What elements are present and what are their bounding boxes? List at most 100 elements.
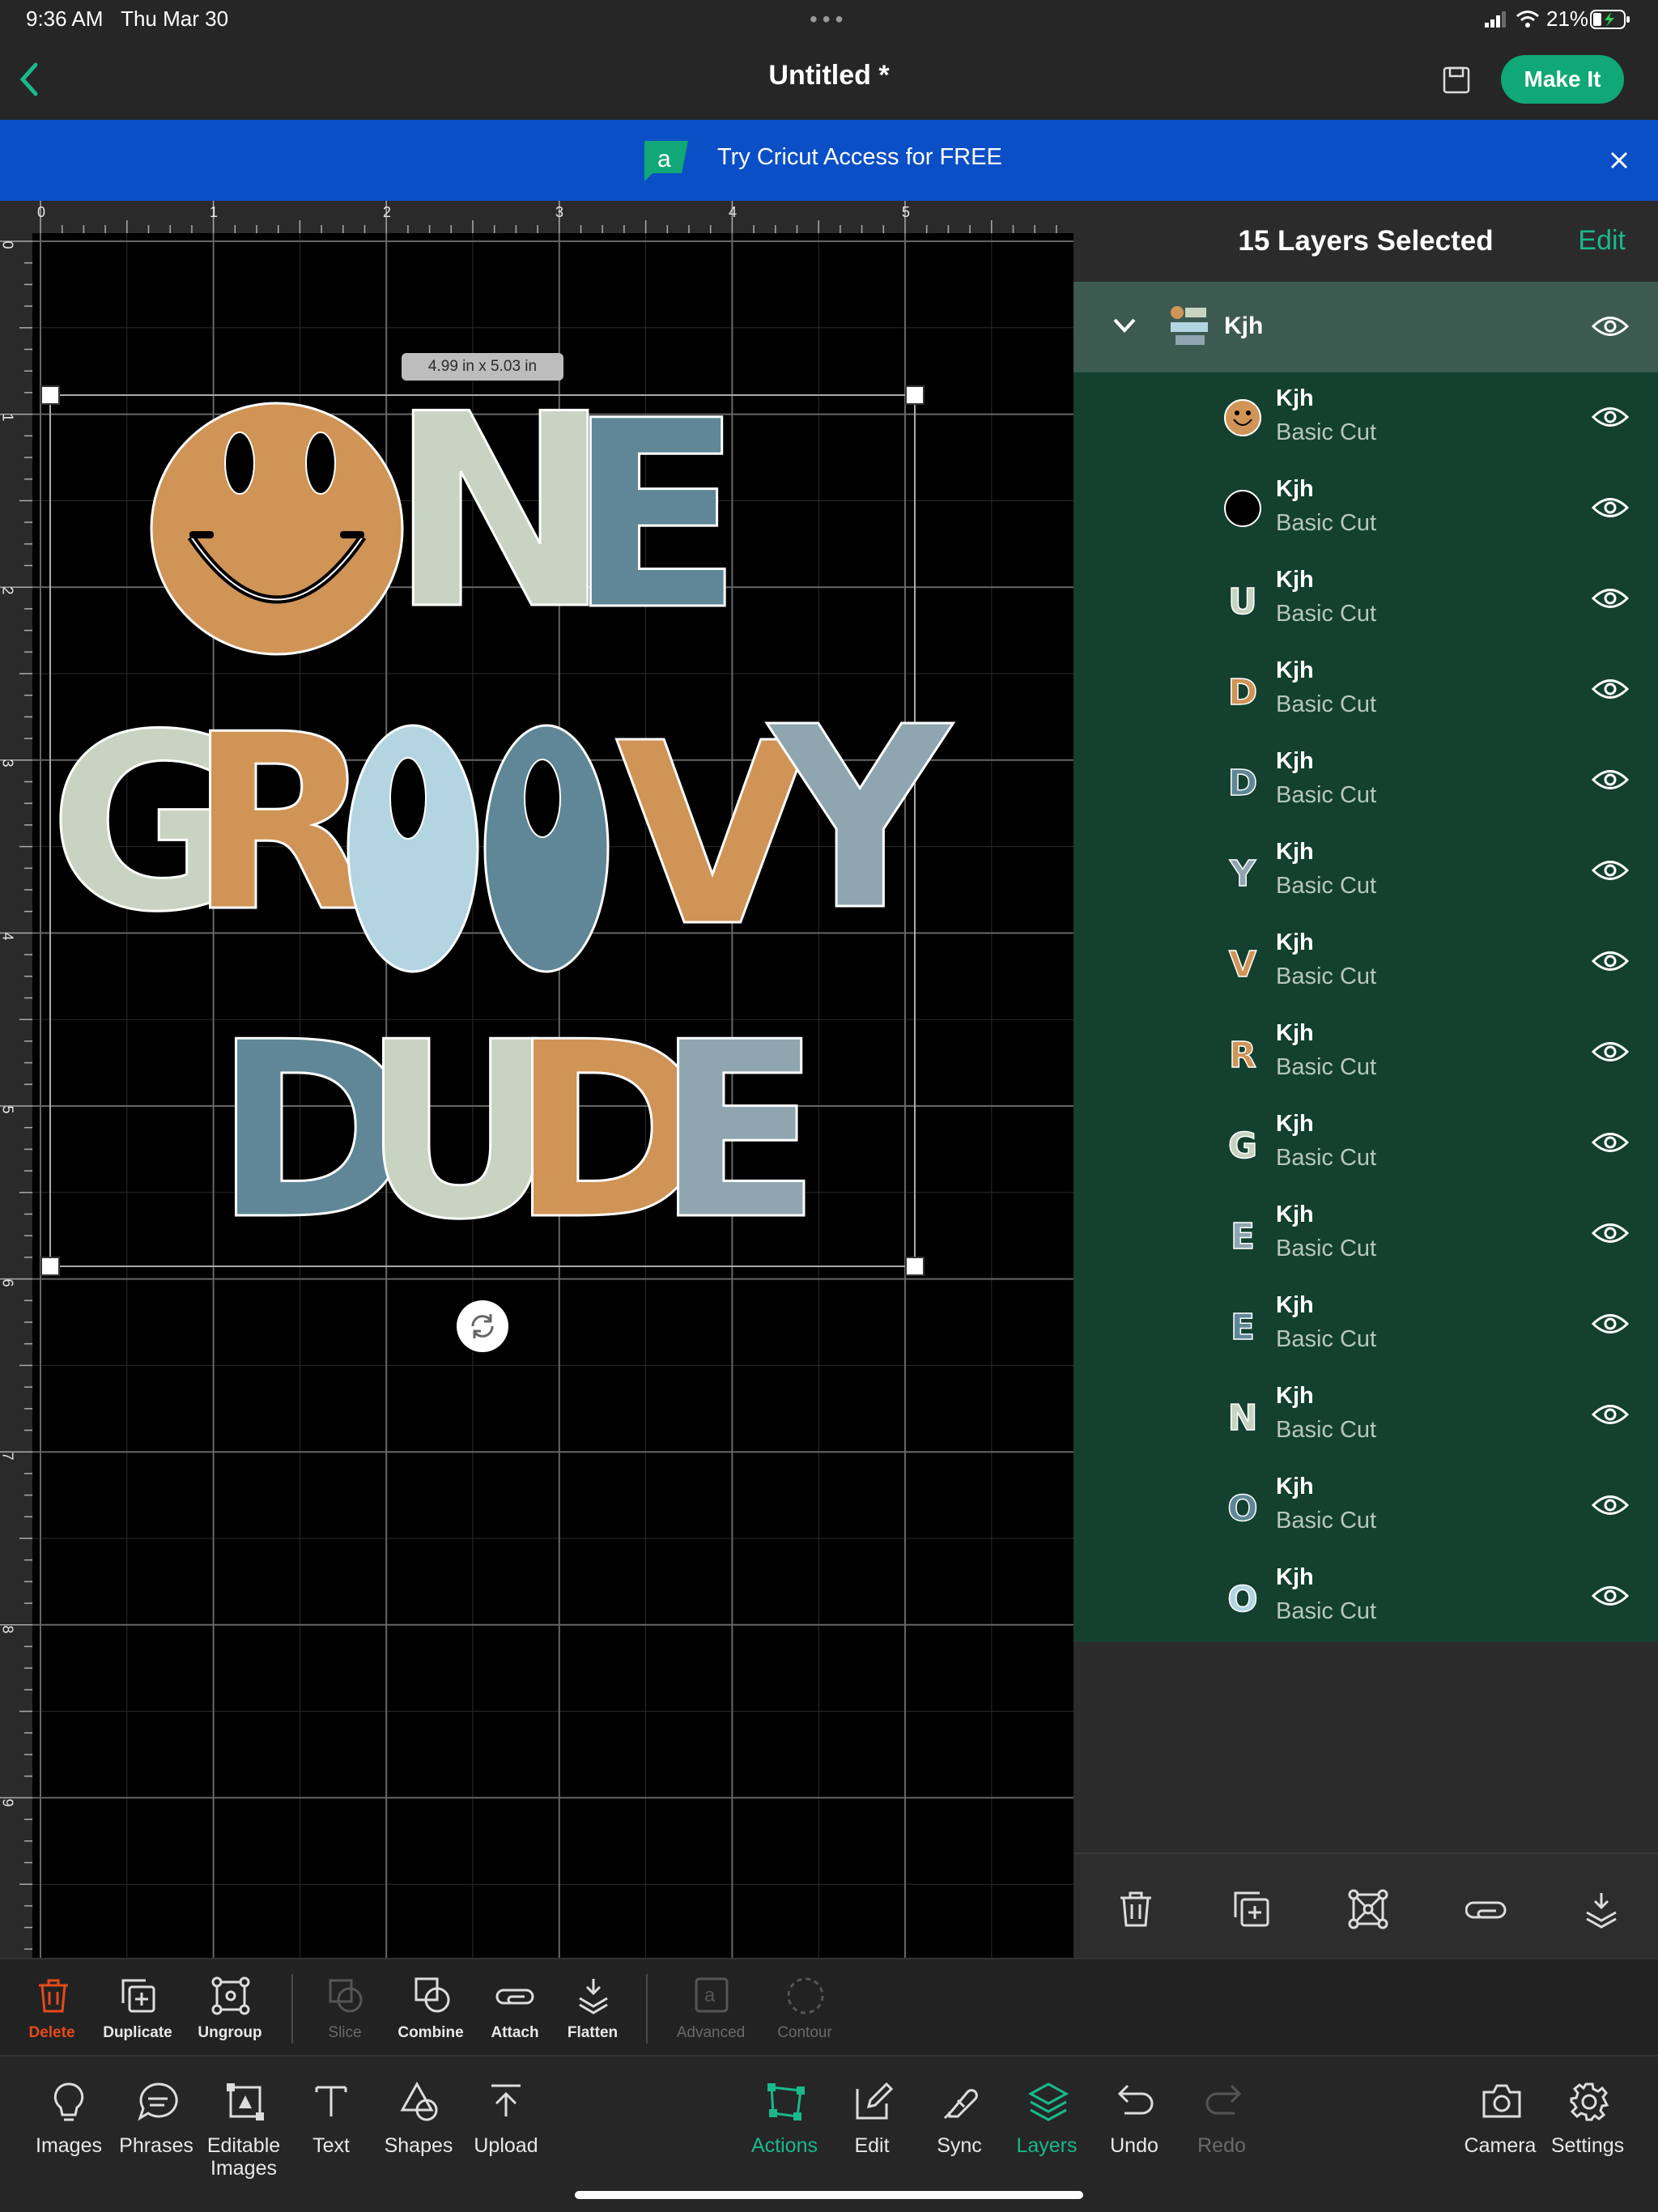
text-icon <box>315 2086 347 2116</box>
layer-name: Kjh <box>1276 1564 1314 1590</box>
duplicate-icon <box>121 1979 155 2013</box>
eye-icon[interactable] <box>1592 1130 1629 1155</box>
nav-shapes[interactable]: Shapes <box>370 2057 467 2186</box>
layer-row[interactable]: E Kjh Basic Cut <box>1073 1189 1658 1279</box>
nav-redo[interactable]: Redo <box>1173 2057 1270 2186</box>
layer-operation: Basic Cut <box>1276 1508 1377 1534</box>
design-letter-e[interactable]: E <box>566 386 746 648</box>
duplicate-label: Duplicate <box>103 2024 172 2041</box>
nav-images[interactable]: Images <box>20 2057 117 2186</box>
nav-edit[interactable]: Edit <box>823 2057 920 2186</box>
layer-row[interactable]: O Kjh Basic Cut <box>1073 1461 1658 1551</box>
multitask-dots[interactable]: ••• <box>810 6 848 32</box>
ungroup-icon[interactable] <box>1347 1888 1389 1930</box>
nav-upload[interactable]: Upload <box>457 2057 555 2186</box>
layer-row[interactable]: O Kjh Basic Cut <box>1073 1551 1658 1642</box>
eye-icon[interactable] <box>1592 1040 1629 1064</box>
design-letter-o-lightblue[interactable] <box>340 719 486 978</box>
eye-icon[interactable] <box>1592 1221 1629 1245</box>
rotate-icon <box>471 1314 494 1338</box>
layer-row[interactable]: D Kjh Basic Cut <box>1073 735 1658 826</box>
eye-icon[interactable] <box>1592 949 1629 973</box>
design-canvas[interactable]: 0 1 2 3 4 5 0 1 2 3 4 5 6 7 8 9 4.99 in … <box>0 201 1073 1958</box>
layer-row[interactable]: N Kjh Basic Cut <box>1073 1370 1658 1461</box>
chevron-down-icon[interactable] <box>1112 316 1137 335</box>
eye-icon[interactable] <box>1592 768 1629 792</box>
layer-operation: Basic Cut <box>1276 419 1377 445</box>
resize-handle-top-right[interactable] <box>905 385 925 405</box>
eye-icon[interactable] <box>1592 677 1629 701</box>
resize-handle-bottom-right[interactable] <box>905 1257 925 1276</box>
nav-settings[interactable]: Settings <box>1539 2057 1636 2186</box>
nav-camera[interactable]: Camera <box>1452 2057 1549 2186</box>
nav-layers[interactable]: Layers <box>998 2057 1095 2186</box>
layer-operation: Basic Cut <box>1276 873 1377 899</box>
flatten-icon[interactable] <box>1584 1890 1619 1929</box>
save-icon[interactable] <box>1443 66 1470 94</box>
trash-icon[interactable] <box>1117 1890 1154 1929</box>
eye-icon[interactable] <box>1592 586 1629 610</box>
eye-icon[interactable] <box>1592 1402 1629 1427</box>
layer-row[interactable]: U Kjh Basic Cut <box>1073 554 1658 644</box>
layer-row[interactable]: Kjh Basic Cut <box>1073 463 1658 554</box>
combine-label: Combine <box>397 2024 464 2041</box>
duplicate-button[interactable]: Duplicate <box>89 1959 186 2057</box>
svg-text:O: O <box>1227 1579 1257 1619</box>
layer-row[interactable]: G Kjh Basic Cut <box>1073 1098 1658 1189</box>
eye-icon[interactable] <box>1592 314 1629 338</box>
layer-name: Kjh <box>1276 748 1314 774</box>
delete-button[interactable]: Delete <box>3 1959 100 2057</box>
nav-text[interactable]: Text <box>283 2057 380 2186</box>
svg-text:O: O <box>1227 1488 1257 1529</box>
layer-operation: Basic Cut <box>1276 510 1377 536</box>
nav-sync[interactable]: Sync <box>911 2057 1008 2186</box>
layer-row[interactable]: D Kjh Basic Cut <box>1073 644 1658 735</box>
ungroup-button[interactable]: Ungroup <box>181 1959 278 2057</box>
design-letter-y[interactable]: Y <box>767 693 951 946</box>
layer-thumbnail-icon: R <box>1228 1034 1256 1075</box>
slice-button[interactable]: Slice <box>296 1959 393 2057</box>
design-letter-o-teal[interactable] <box>478 719 615 978</box>
home-indicator[interactable] <box>575 2191 1083 2199</box>
rotate-handle[interactable] <box>457 1300 508 1352</box>
layer-name: Kjh <box>1276 1474 1314 1499</box>
resize-handle-bottom-left[interactable] <box>40 1257 60 1276</box>
group-name: Kjh <box>1224 313 1264 339</box>
flatten-button[interactable]: Flatten <box>544 1959 641 2057</box>
advanced-button[interactable]: a Advanced <box>662 1959 759 2057</box>
layers-edit-button[interactable]: Edit <box>1578 225 1626 257</box>
nav-actions[interactable]: Actions <box>736 2057 833 2186</box>
layer-row[interactable]: V Kjh Basic Cut <box>1073 917 1658 1007</box>
layer-group-row[interactable]: Kjh <box>1073 282 1658 372</box>
nav-editable-images[interactable]: Editable Images <box>195 2057 292 2186</box>
close-banner-icon[interactable] <box>1609 151 1629 170</box>
duplicate-icon[interactable] <box>1232 1890 1271 1929</box>
make-it-button[interactable]: Make It <box>1501 55 1624 104</box>
layer-row[interactable]: Kjh Basic Cut <box>1073 372 1658 463</box>
layer-operation: Basic Cut <box>1276 1417 1377 1443</box>
layer-thumbnail-icon: U <box>1227 581 1257 622</box>
design-letter-e-slate[interactable]: E <box>655 1009 823 1254</box>
layer-row[interactable]: E Kjh Basic Cut <box>1073 1279 1658 1370</box>
eye-icon[interactable] <box>1592 1312 1629 1336</box>
eye-icon[interactable] <box>1592 496 1629 520</box>
layer-operation: Basic Cut <box>1276 1236 1377 1261</box>
ungroup-label: Ungroup <box>198 2024 262 2041</box>
eye-icon[interactable] <box>1592 405 1629 429</box>
combine-button[interactable]: Combine <box>382 1959 479 2057</box>
layer-operation: Basic Cut <box>1276 691 1377 717</box>
camera-icon <box>1482 2084 1521 2118</box>
bottom-nav: Images Phrases Editable Images Text Shap… <box>0 2055 1658 2212</box>
layer-row[interactable]: R Kjh Basic Cut <box>1073 1007 1658 1098</box>
smiley-face-design[interactable] <box>146 395 405 662</box>
resize-handle-top-left[interactable] <box>40 385 60 405</box>
layer-row[interactable]: Y Kjh Basic Cut <box>1073 826 1658 917</box>
eye-icon[interactable] <box>1592 1584 1629 1608</box>
eye-icon[interactable] <box>1592 858 1629 883</box>
nav-undo[interactable]: Undo <box>1086 2057 1183 2186</box>
cricut-access-banner[interactable]: a Try Cricut Access for FREE <box>0 120 1658 201</box>
contour-button[interactable]: Contour <box>756 1959 853 2057</box>
eye-icon[interactable] <box>1592 1493 1629 1517</box>
attach-icon[interactable] <box>1465 1898 1507 1922</box>
layer-name: Kjh <box>1276 1292 1314 1318</box>
